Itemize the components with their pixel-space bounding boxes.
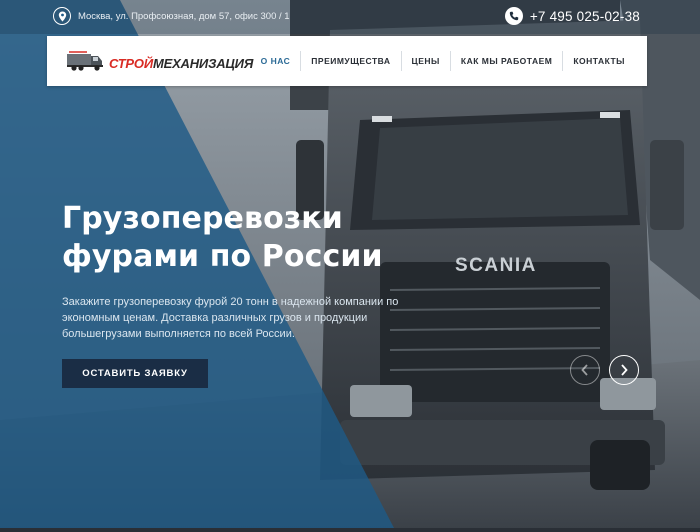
- slider-next-button[interactable]: [609, 355, 639, 385]
- phone-block[interactable]: +7 495 025-02-38: [504, 7, 640, 25]
- main-header: СТРОЙМЕХАНИЗАЦИЯ О НАС ПРЕИМУЩЕСТВА ЦЕНЫ…: [47, 36, 647, 86]
- slider-prev-button[interactable]: [570, 355, 600, 385]
- hero-description: Закажите грузоперевозку фурой 20 тонн в …: [62, 296, 399, 340]
- logo-text-red: СТРОЙ: [109, 55, 153, 71]
- truck-brand-label: SCANIA: [455, 255, 537, 276]
- address-text: Москва, ул. Профсоюзная, дом 57, офис 30…: [78, 10, 290, 22]
- leave-request-button[interactable]: ОСТАВИТЬ ЗАЯВКУ: [62, 359, 208, 388]
- chevron-right-icon: [619, 361, 629, 380]
- nav-item-how-we-work[interactable]: КАК МЫ РАБОТАЕМ: [449, 51, 562, 71]
- chevron-left-icon: [580, 361, 590, 380]
- main-nav: О НАС ПРЕИМУЩЕСТВА ЦЕНЫ КАК МЫ РАБОТАЕМ …: [251, 36, 635, 86]
- truck-logo-icon: [67, 50, 105, 76]
- logo-wordmark: СТРОЙМЕХАНИЗАЦИЯ: [109, 56, 253, 71]
- location-pin-icon: [53, 7, 71, 25]
- phone-handset-icon: [504, 7, 523, 25]
- nav-item-contacts[interactable]: КОНТАКТЫ: [562, 51, 635, 71]
- site-logo[interactable]: СТРОЙМЕХАНИЗАЦИЯ: [67, 50, 253, 76]
- nav-item-prices[interactable]: ЦЕНЫ: [400, 51, 450, 71]
- hero-title: Грузоперевозки фурами по России: [62, 201, 383, 274]
- nav-item-about[interactable]: О НАС: [251, 51, 301, 71]
- nav-item-advantages[interactable]: ПРЕИМУЩЕСТВА: [300, 51, 400, 71]
- top-bar: Москва, ул. Профсоюзная, дом 57, офис 30…: [0, 0, 700, 34]
- logo-text-dark: МЕХАНИЗАЦИЯ: [152, 55, 254, 71]
- phone-number[interactable]: +7 495 025-02-38: [530, 9, 640, 24]
- address-block: Москва, ул. Профсоюзная, дом 57, офис 30…: [53, 7, 290, 25]
